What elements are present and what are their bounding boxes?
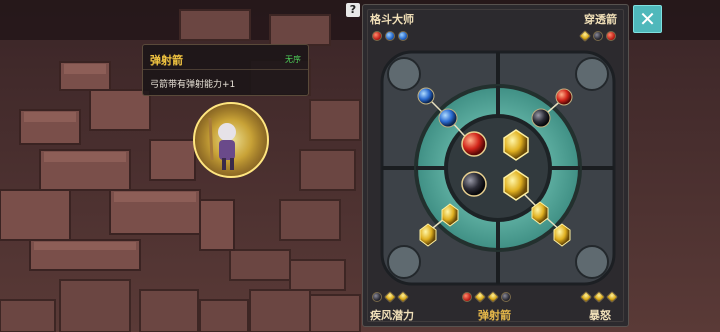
talent-node-red-outer[interactable] bbox=[555, 88, 573, 106]
gold-gem-icon bbox=[383, 290, 397, 304]
title-top-left: 格斗大师 bbox=[370, 13, 414, 26]
talent-node-blue-inner[interactable] bbox=[438, 108, 458, 128]
gold-gem-icon bbox=[592, 290, 606, 304]
gold-gem-icon bbox=[578, 29, 592, 43]
gem-row-bottom-left bbox=[372, 290, 410, 304]
title-top-right: 穿透箭 bbox=[584, 13, 617, 26]
red-gem-icon bbox=[462, 292, 472, 302]
talent-node-red-center[interactable] bbox=[461, 131, 487, 157]
red-gem-icon bbox=[606, 31, 616, 41]
title-bottom-right: 暴怒 bbox=[589, 309, 611, 322]
red-gem-icon bbox=[372, 31, 382, 41]
dark-gem-icon bbox=[372, 292, 382, 302]
talent-node-dark-center[interactable] bbox=[461, 171, 487, 197]
blue-gem-icon bbox=[385, 31, 395, 41]
gold-gem-icon bbox=[473, 290, 487, 304]
tooltip-description: 弓箭带有弹射能力+1 bbox=[150, 80, 236, 90]
talent-node-dark-upper[interactable] bbox=[531, 108, 551, 128]
question-icon[interactable]: ? bbox=[346, 3, 360, 17]
close-icon: ✕ bbox=[639, 7, 656, 31]
title-bottom-center: 弹射箭 bbox=[478, 309, 511, 322]
tooltip-header: 弹射箭 无序 bbox=[143, 45, 308, 70]
blue-gem-icon bbox=[398, 31, 408, 41]
gold-gem-icon bbox=[486, 290, 500, 304]
gold-gem-icon bbox=[605, 290, 619, 304]
gem-row-bottom-right bbox=[579, 290, 619, 304]
gem-row-bottom-center bbox=[462, 290, 511, 304]
gem-row-top-right bbox=[578, 29, 616, 43]
tooltip-tag: 无序 bbox=[285, 55, 301, 64]
gem-row-top-left bbox=[372, 31, 408, 41]
dark-gem-icon bbox=[593, 31, 603, 41]
talent-node-blue-outer[interactable] bbox=[417, 87, 435, 105]
gold-gem-icon bbox=[579, 290, 593, 304]
dark-gem-icon bbox=[501, 292, 511, 302]
talent-board bbox=[380, 50, 616, 286]
title-bottom-left: 疾风潜力 bbox=[370, 309, 414, 322]
gold-gem-icon bbox=[396, 290, 410, 304]
tooltip-title: 弹射箭 bbox=[150, 53, 183, 67]
skill-tooltip: 弹射箭 无序 弓箭带有弹射能力+1 bbox=[142, 44, 309, 96]
close-button[interactable]: ✕ bbox=[633, 5, 662, 33]
